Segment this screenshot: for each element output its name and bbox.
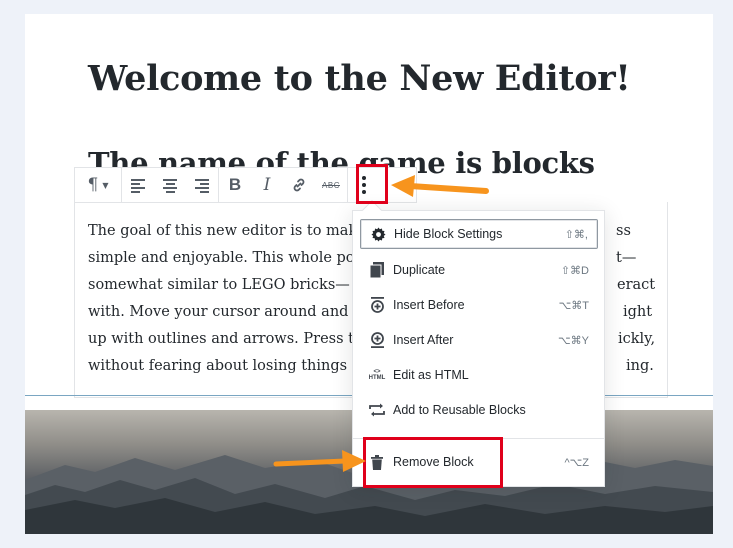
arrow-to-remove-block-icon: [273, 450, 366, 472]
annotation-arrows: [273, 175, 489, 472]
arrow-to-more-options-icon: [391, 175, 489, 197]
